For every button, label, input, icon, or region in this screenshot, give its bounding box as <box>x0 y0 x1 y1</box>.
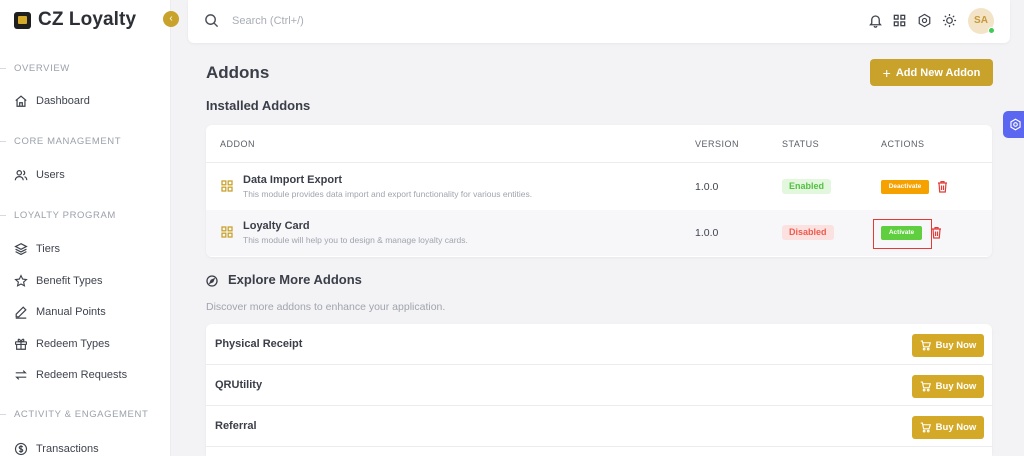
section-overview: OVERVIEW <box>0 63 70 74</box>
sidebar-item-label: Dashboard <box>36 95 90 107</box>
section-activity-engagement: ACTIVITY & ENGAGEMENT <box>0 409 149 420</box>
addon-name: QRUtility <box>215 379 263 391</box>
column-header-version: VERSION <box>695 139 740 149</box>
cart-icon <box>920 340 931 351</box>
deactivate-button[interactable]: Deactivate <box>881 180 929 194</box>
gift-icon <box>14 337 28 351</box>
buy-now-button[interactable]: Buy Now <box>912 375 984 398</box>
sidebar-item-dashboard[interactable]: Dashboard <box>14 92 90 110</box>
sidebar-item-label: Tiers <box>36 243 61 255</box>
cart-icon <box>920 422 931 433</box>
trash-icon[interactable] <box>931 226 942 239</box>
addon-name: Data Import Export <box>243 174 343 186</box>
list-item: Referral Buy Now <box>206 406 992 447</box>
sidebar-item-tiers[interactable]: Tiers <box>14 240 60 258</box>
buy-now-label: Buy Now <box>935 340 977 351</box>
top-bar: SA <box>188 0 1010 43</box>
sidebar-item-label: Transactions <box>36 443 99 455</box>
activate-button[interactable]: Activate <box>881 226 922 240</box>
sidebar-item-label: Redeem Types <box>36 338 110 350</box>
gear-icon[interactable] <box>917 13 932 28</box>
buy-now-label: Buy Now <box>935 381 977 392</box>
star-icon <box>14 274 28 288</box>
addon-name: Physical Receipt <box>215 338 303 350</box>
sidebar-item-transactions[interactable]: Transactions <box>14 440 99 456</box>
addon-version: 1.0.0 <box>695 227 719 239</box>
pencil-icon <box>14 305 28 319</box>
list-item: QRUtility Buy Now <box>206 365 992 406</box>
page-title: Addons <box>206 63 270 82</box>
search-input[interactable] <box>232 11 532 31</box>
sidebar-item-redeem-types[interactable]: Redeem Types <box>14 335 110 353</box>
table-row: Loyalty Card This module will help you t… <box>206 210 992 256</box>
sidebar-item-redeem-requests[interactable]: Redeem Requests <box>14 366 127 384</box>
list-item: Physical Receipt Buy Now <box>206 324 992 365</box>
column-header-addon: ADDON <box>220 139 256 149</box>
compass-icon <box>206 274 218 287</box>
sidebar-item-label: Manual Points <box>36 306 106 318</box>
module-grid-icon <box>221 226 233 238</box>
status-badge: Enabled <box>782 179 832 194</box>
home-icon <box>14 94 28 108</box>
brand[interactable]: CZ Loyalty <box>14 8 136 32</box>
status-badge: Disabled <box>782 225 834 240</box>
avatar-initials: SA <box>974 15 988 26</box>
sun-icon[interactable] <box>942 13 957 28</box>
addon-description: This module provides data import and exp… <box>243 189 533 199</box>
users-icon <box>14 168 28 182</box>
installed-addons-title: Installed Addons <box>206 98 311 113</box>
brand-name: CZ Loyalty <box>38 9 137 30</box>
sidebar-item-benefit-types[interactable]: Benefit Types <box>14 272 102 290</box>
add-new-addon-button[interactable]: + Add New Addon <box>870 59 993 86</box>
addon-version: 1.0.0 <box>695 181 719 193</box>
trash-icon[interactable] <box>937 180 948 193</box>
explore-addons-list: Physical Receipt Buy Now QRUtility Buy N… <box>206 324 992 456</box>
avatar[interactable]: SA <box>968 8 995 34</box>
addon-name: Referral <box>215 420 257 432</box>
explore-addons-subtitle: Discover more addons to enhance your app… <box>206 301 446 313</box>
plus-icon: + <box>882 64 891 81</box>
buy-now-button[interactable]: Buy Now <box>912 416 984 439</box>
table-header: ADDON VERSION STATUS ACTIONS <box>206 125 992 163</box>
sidebar-item-label: Benefit Types <box>36 275 103 287</box>
sidebar-item-label: Redeem Requests <box>36 369 128 381</box>
bell-icon[interactable] <box>868 13 883 28</box>
dollar-icon <box>14 442 28 456</box>
buy-now-label: Buy Now <box>935 422 977 433</box>
module-grid-icon <box>221 180 233 192</box>
column-header-actions: ACTIONS <box>881 139 925 149</box>
search-icon[interactable] <box>204 13 219 28</box>
layers-icon <box>14 242 28 256</box>
apps-grid-icon[interactable] <box>892 13 907 28</box>
section-core-management: CORE MANAGEMENT <box>0 136 122 147</box>
sidebar-item-manual-points[interactable]: Manual Points <box>14 303 106 321</box>
sidebar-item-label: Users <box>36 169 65 181</box>
installed-addons-table: ADDON VERSION STATUS ACTIONS Data Import… <box>206 125 992 257</box>
settings-drawer-tab[interactable] <box>1003 111 1024 138</box>
section-loyalty-program: LOYALTY PROGRAM <box>0 210 116 221</box>
cart-icon <box>920 381 931 392</box>
column-header-status: STATUS <box>782 139 820 149</box>
brand-logo-icon <box>14 11 31 29</box>
online-status-dot <box>988 27 995 34</box>
sidebar: CZ Loyalty OVERVIEW Dashboard CORE MANAG… <box>0 0 171 456</box>
explore-addons-title: Explore More Addons <box>228 272 362 287</box>
chevron-left-icon[interactable]: ‹ <box>163 11 179 27</box>
add-new-addon-label: Add New Addon <box>895 66 981 79</box>
addon-description: This module will help you to design & ma… <box>243 235 468 245</box>
table-row: Data Import Export This module provides … <box>206 164 992 210</box>
settings-gear-icon <box>1009 118 1021 131</box>
swap-icon <box>14 368 28 382</box>
addon-name: Loyalty Card <box>243 220 310 232</box>
buy-now-button[interactable]: Buy Now <box>912 334 984 357</box>
sidebar-item-users[interactable]: Users <box>14 166 65 184</box>
